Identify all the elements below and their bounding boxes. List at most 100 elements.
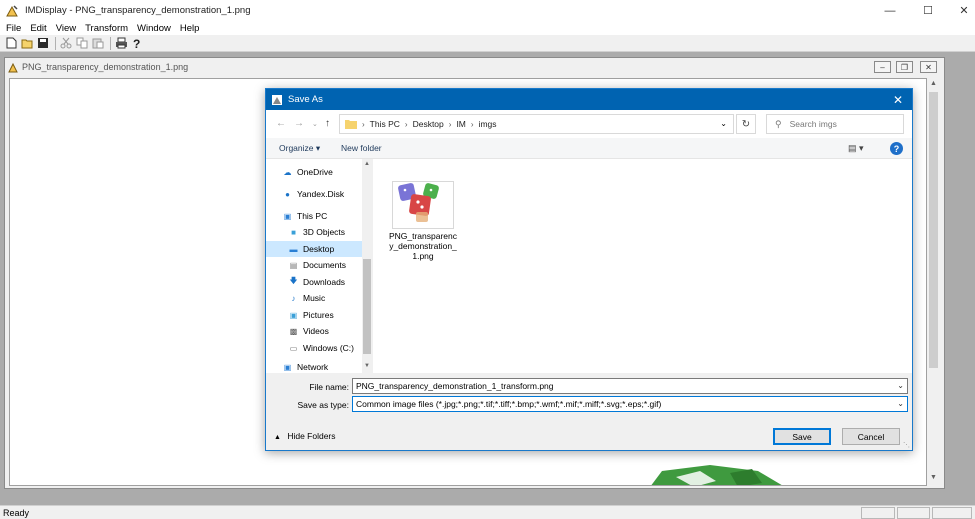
breadcrumb-this-pc[interactable]: This PC [370, 119, 400, 129]
restore-icon: ❐ [900, 62, 909, 72]
save-type-row: Save as type: Common image files (*.jpg;… [266, 396, 912, 414]
navigation-pane: ☁ OneDrive ● Yandex.Disk ▣ This PC ■ 3D … [266, 159, 372, 373]
menu-file[interactable]: File [6, 23, 21, 34]
nav-item-this-pc[interactable]: ▣ This PC [266, 208, 362, 224]
nav-item-videos[interactable]: ▩ Videos [266, 323, 362, 339]
child-close-button[interactable]: ✕ [920, 61, 937, 73]
menu-view[interactable]: View [56, 23, 76, 34]
scroll-down-arrow-icon[interactable]: ▼ [927, 474, 940, 481]
chevron-down-icon[interactable]: ⌄ [897, 381, 904, 390]
nav-item-yandex-disk[interactable]: ● Yandex.Disk [266, 186, 362, 202]
pictures-icon: ▣ [289, 310, 298, 320]
open-button[interactable] [20, 36, 34, 50]
child-restore-button[interactable]: ❐ [896, 61, 913, 73]
minimize-button[interactable]: — [872, 0, 908, 21]
cancel-button[interactable]: Cancel [842, 428, 900, 445]
new-file-icon [6, 37, 16, 49]
nav-item-windows-c[interactable]: ▭ Windows (C:) [266, 340, 362, 356]
organize-button[interactable]: Organize ▾ [279, 143, 320, 154]
menu-window[interactable]: Window [137, 23, 171, 34]
copy-button[interactable] [75, 36, 89, 50]
child-minimize-button[interactable]: – [874, 61, 891, 73]
close-icon: ✕ [892, 92, 904, 107]
hide-folders-button[interactable]: ▲ Hide Folders [274, 431, 336, 441]
file-name-label: File name: [309, 382, 349, 392]
menu-edit[interactable]: Edit [30, 23, 46, 34]
navigation-row: ← → ⌄ ↑ › This PC › Desktop › IM › imgs … [266, 110, 912, 138]
nav-item-network[interactable]: ▣ Network [266, 361, 362, 373]
forward-arrow-icon[interactable]: → [294, 118, 304, 129]
address-dropdown-chevron-icon[interactable]: ⌄ [720, 119, 727, 128]
breadcrumb-imgs[interactable]: imgs [479, 119, 497, 129]
app-title-bar: IMDisplay - PNG_transparency_demonstrati… [0, 0, 975, 21]
computer-icon: ▣ [283, 211, 292, 221]
file-name-input[interactable]: PNG_transparency_demonstration_1_transfo… [352, 378, 908, 394]
nav-item-3d-objects[interactable]: ■ 3D Objects [266, 224, 362, 240]
new-folder-button[interactable]: New folder [341, 143, 382, 153]
chevron-down-icon[interactable]: ⌄ [897, 399, 904, 408]
nav-item-label: Desktop [303, 244, 335, 254]
save-as-dialog: Save As ✕ ← → ⌄ ↑ › This PC › Desktop › … [265, 88, 913, 451]
dialog-close-button[interactable]: ✕ [884, 89, 912, 110]
up-arrow-icon[interactable]: ↑ [325, 118, 330, 129]
save-button[interactable]: Save [773, 428, 831, 445]
recent-locations-chevron-icon[interactable]: ⌄ [312, 120, 318, 128]
scroll-up-arrow-icon[interactable]: ▲ [927, 80, 940, 87]
imdisplay-app-icon [272, 94, 282, 105]
status-pane [932, 507, 972, 519]
nav-item-label: Documents [303, 260, 346, 270]
search-input[interactable]: ⚲ Search imgs [766, 114, 904, 134]
breadcrumb-separator-icon: › [362, 119, 365, 129]
downloads-icon: 🡇 [289, 276, 298, 285]
help-icon[interactable]: ? [890, 142, 903, 155]
maximize-icon: ☐ [923, 5, 933, 17]
menu-transform[interactable]: Transform [85, 23, 128, 34]
help-button[interactable]: ? [130, 36, 144, 50]
scrollbar-thumb[interactable] [929, 92, 938, 368]
nav-item-label: Videos [303, 326, 329, 336]
resize-grip-icon[interactable]: ⋱ [903, 441, 910, 449]
chevron-up-icon: ▲ [274, 434, 281, 441]
toolbar: ? [0, 35, 975, 52]
help-question-icon: ? [133, 37, 140, 49]
nav-item-desktop[interactable]: ▬ Desktop [266, 241, 362, 257]
scrollbar-thumb[interactable] [363, 259, 371, 354]
file-item[interactable]: PNG_transparency_demonstration_1.png [388, 181, 458, 261]
copy-icon [76, 37, 88, 49]
paste-button[interactable] [91, 36, 105, 50]
vertical-scrollbar[interactable]: ▲ ▼ [927, 78, 940, 486]
save-toolbar-button[interactable] [36, 36, 50, 50]
nav-item-music[interactable]: ♪ Music [266, 290, 362, 306]
close-icon: ✕ [959, 5, 969, 17]
nav-item-documents[interactable]: ▤ Documents [266, 257, 362, 273]
floppy-disk-icon [38, 38, 48, 48]
search-placeholder: Search imgs [789, 119, 837, 129]
nav-item-pictures[interactable]: ▣ Pictures [266, 307, 362, 323]
nav-item-downloads[interactable]: 🡇 Downloads [266, 274, 362, 290]
toolbar-separator [110, 36, 111, 50]
nav-item-onedrive[interactable]: ☁ OneDrive [266, 164, 362, 180]
desktop-icon: ▬ [289, 244, 298, 254]
file-list-pane: PNG_transparency_demonstration_1.png [373, 159, 912, 373]
print-button[interactable] [114, 36, 128, 50]
back-arrow-icon[interactable]: ← [276, 118, 286, 129]
dialog-button-row: ▲ Hide Folders Save Cancel [266, 420, 912, 450]
change-view-icon[interactable]: ▤ ▾ [848, 143, 864, 154]
maximize-button[interactable]: ☐ [910, 0, 946, 21]
search-icon: ⚲ [775, 118, 782, 129]
address-bar[interactable]: › This PC › Desktop › IM › imgs ⌄ [339, 114, 734, 134]
breadcrumb-separator-icon: › [404, 119, 408, 129]
3d-objects-icon: ■ [291, 227, 296, 237]
new-button[interactable] [4, 36, 18, 50]
save-type-select[interactable]: Common image files (*.jpg;*.png;*.tif;*.… [352, 396, 908, 412]
refresh-button[interactable]: ↻ [736, 114, 756, 134]
breadcrumb-im[interactable]: IM [456, 119, 465, 129]
nav-pane-scrollbar[interactable]: ▲ ▼ [362, 159, 372, 373]
breadcrumb-desktop[interactable]: Desktop [413, 119, 444, 129]
menu-help[interactable]: Help [180, 23, 200, 34]
scroll-up-arrow-icon[interactable]: ▲ [362, 161, 372, 167]
cut-button[interactable] [59, 36, 73, 50]
file-thumbnail [392, 181, 454, 229]
close-button[interactable]: ✕ [946, 0, 975, 21]
scroll-down-arrow-icon[interactable]: ▼ [362, 363, 372, 369]
